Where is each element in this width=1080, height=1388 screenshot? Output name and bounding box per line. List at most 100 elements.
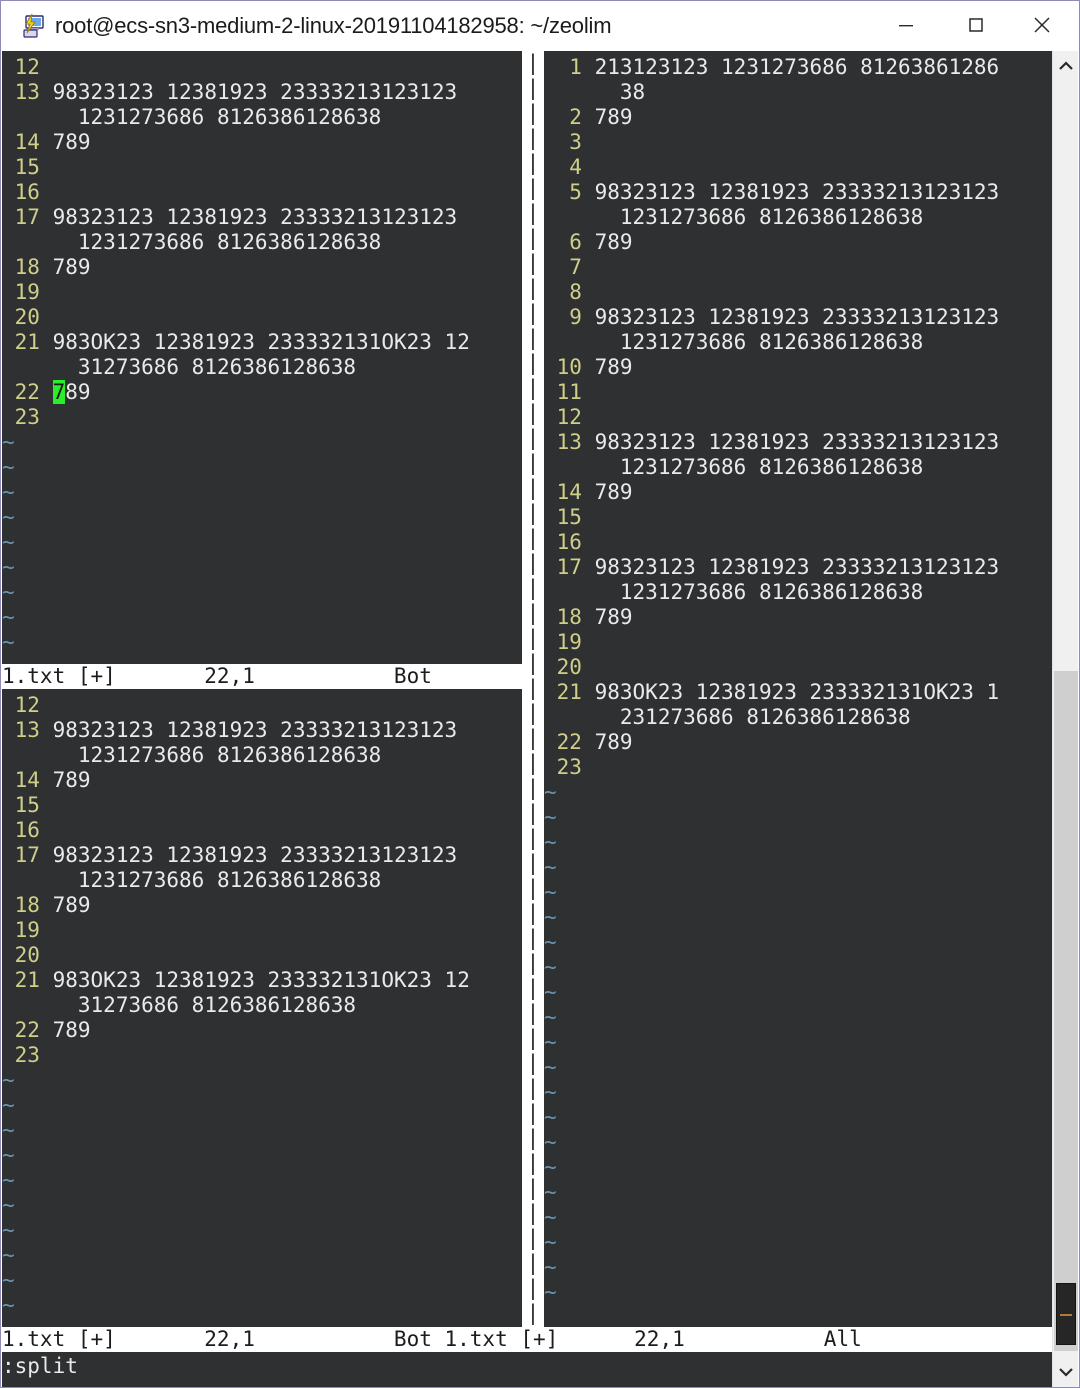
line-content: 1231273686 8126386128638: [619, 330, 924, 354]
line-number: 21: [14, 968, 40, 992]
line-number: 15: [14, 793, 40, 817]
line-number: 12: [14, 693, 40, 717]
line-number: 13: [14, 80, 40, 104]
line-number: 14: [14, 130, 40, 154]
scrollbar-thumb[interactable]: [1054, 671, 1078, 1351]
line-number: 9: [556, 305, 582, 329]
vim-empty-line-marker: ~: [544, 1255, 1054, 1280]
line-content: 98323123 12381923 23333213123123: [52, 80, 458, 104]
tilde-glyph: ~: [2, 430, 15, 454]
window-titlebar[interactable]: root@ecs-sn3-medium-2-linux-201911041829…: [1, 1, 1079, 51]
vim-text-line: 4: [544, 155, 1054, 180]
line-number: 20: [14, 305, 40, 329]
scrollbar-up-button[interactable]: [1053, 53, 1078, 79]
line-content: 789: [594, 230, 633, 254]
line-content: 789: [52, 130, 91, 154]
line-number: 13: [556, 430, 582, 454]
line-content: 983OK23 12381923 233332131OK23 12: [52, 330, 470, 354]
tilde-glyph: ~: [2, 605, 15, 629]
line-content: 789: [594, 480, 633, 504]
terminal-screen[interactable]: 12 13 98323123 12381923 23333213123123 1…: [2, 51, 1054, 1387]
line-number: 20: [556, 655, 582, 679]
tilde-glyph: ~: [544, 1030, 557, 1054]
chevron-down-icon: [1058, 1368, 1073, 1377]
line-content: 789: [594, 355, 633, 379]
line-number: 6: [556, 230, 582, 254]
vim-pane-top-left[interactable]: 12 13 98323123 12381923 23333213123123 1…: [2, 51, 522, 679]
tilde-glyph: ~: [544, 1005, 557, 1029]
text-cursor: 7: [52, 380, 66, 404]
line-number: 14: [14, 768, 40, 792]
line-number: 10: [556, 355, 582, 379]
line-number: 19: [14, 280, 40, 304]
line-number: 21: [14, 330, 40, 354]
vim-text-line: 22 789: [544, 730, 1054, 755]
line-content: 38: [619, 80, 646, 104]
tilde-glyph: ~: [544, 1055, 557, 1079]
line-number: 15: [556, 505, 582, 529]
line-number: 22: [14, 1018, 40, 1042]
vim-text-line: 1231273686 8126386128638: [544, 205, 1054, 230]
scrollbar-down-button[interactable]: [1053, 1359, 1078, 1385]
tilde-glyph: ~: [2, 580, 15, 604]
vim-empty-line-marker: ~: [544, 1280, 1054, 1305]
line-number: 13: [14, 718, 40, 742]
line-content: 789: [594, 605, 633, 629]
tilde-glyph: ~: [544, 855, 557, 879]
line-content: 1231273686 8126386128638: [619, 205, 924, 229]
vim-text-line: 6 789: [544, 230, 1054, 255]
vim-text-line: 9 98323123 12381923 23333213123123: [544, 305, 1054, 330]
vim-text-line: 23: [544, 755, 1054, 780]
vim-text-line: 20: [544, 655, 1054, 680]
vim-text-line: 13 98323123 12381923 23333213123123: [544, 430, 1054, 455]
maximize-icon: [969, 18, 983, 32]
vim-text-line: 38: [544, 80, 1054, 105]
line-content: 983OK23 12381923 233332131OK23 12: [52, 968, 470, 992]
vim-empty-line-marker: ~: [544, 805, 1054, 830]
line-number: 22: [14, 380, 40, 404]
line-content: 789: [52, 768, 91, 792]
line-number: 3: [556, 130, 582, 154]
tilde-glyph: ~: [544, 805, 557, 829]
tilde-glyph: ~: [544, 1105, 557, 1129]
tilde-glyph: ~: [2, 630, 15, 654]
line-number: 8: [556, 280, 582, 304]
close-button[interactable]: [1011, 1, 1073, 49]
line-content: 98323123 12381923 23333213123123: [52, 843, 458, 867]
vim-text-line: 16: [544, 530, 1054, 555]
vim-empty-line-marker: ~: [544, 1080, 1054, 1105]
vim-command-line[interactable]: :split: [2, 1354, 1054, 1382]
maximize-button[interactable]: [945, 1, 1007, 49]
tilde-glyph: ~: [544, 780, 557, 804]
line-number: 23: [14, 1043, 40, 1067]
tilde-glyph: ~: [544, 1280, 557, 1304]
vim-pane-right[interactable]: 1 213123123 1231273686 81263861286 38 2 …: [544, 51, 1054, 1305]
vim-empty-line-marker: ~: [544, 830, 1054, 855]
minimize-button[interactable]: [875, 1, 937, 49]
line-number: 19: [14, 918, 40, 942]
vim-text-line: 12: [544, 405, 1054, 430]
tilde-glyph: ~: [2, 1293, 15, 1317]
line-number: 14: [556, 480, 582, 504]
line-content: 1231273686 8126386128638: [77, 105, 382, 129]
vim-text-line: 18 789: [544, 605, 1054, 630]
window-title: root@ecs-sn3-medium-2-linux-201911041829…: [55, 13, 612, 38]
line-content: 98323123 12381923 23333213123123: [594, 555, 1000, 579]
vim-pane-bottom-left[interactable]: 12 13 98323123 12381923 23333213123123 1…: [2, 689, 522, 1317]
line-number: 22: [556, 730, 582, 754]
vim-text-line: 15: [544, 505, 1054, 530]
line-content: 1231273686 8126386128638: [619, 455, 924, 479]
line-number: 21: [556, 680, 582, 704]
tilde-glyph: ~: [544, 955, 557, 979]
tilde-glyph: ~: [544, 905, 557, 929]
line-number: 2: [556, 105, 582, 129]
vertical-scrollbar[interactable]: [1052, 51, 1078, 1387]
vim-text-line: 1 213123123 1231273686 81263861286: [544, 55, 1054, 80]
tilde-glyph: ~: [2, 1243, 15, 1267]
vim-vertical-separator: | | | | | | | | | | | | | | | | | | | | …: [522, 51, 544, 1337]
line-content: 98323123 12381923 23333213123123: [52, 718, 458, 742]
vim-text-line: 2 789: [544, 105, 1054, 130]
line-content: 98323123 12381923 23333213123123: [594, 180, 1000, 204]
vim-text-line: 19: [544, 630, 1054, 655]
line-number: 20: [14, 943, 40, 967]
